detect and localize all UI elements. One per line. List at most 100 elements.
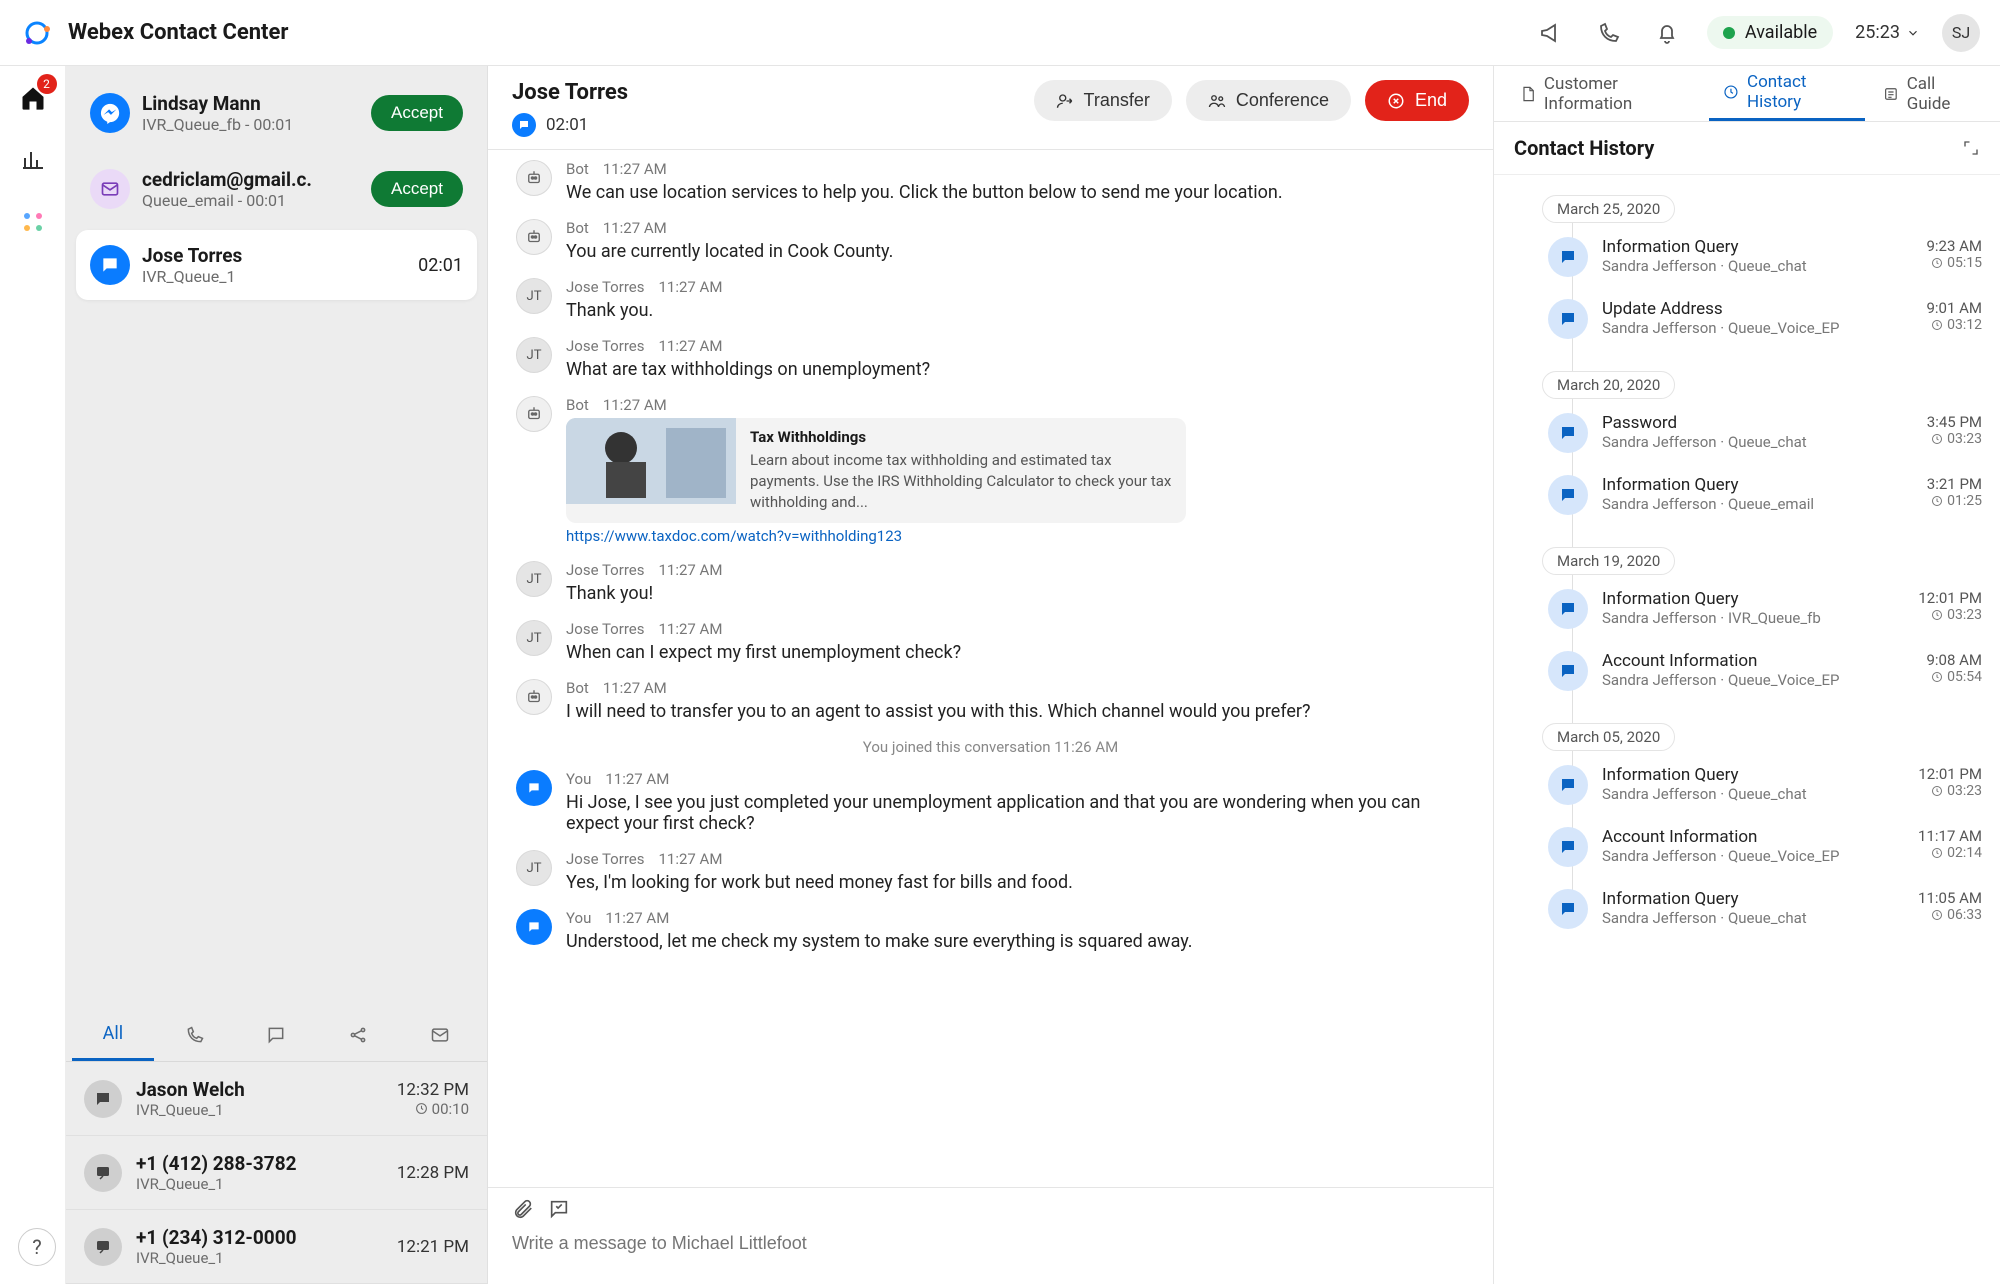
chat-icon xyxy=(512,113,536,137)
template-icon[interactable] xyxy=(548,1198,570,1220)
history-event[interactable]: Account InformationSandra Jefferson · Qu… xyxy=(1548,651,1982,691)
tab-contact-history[interactable]: Contact History xyxy=(1709,66,1865,121)
incoming-card[interactable]: cedriclam@gmail.c. Queue_email - 00:01 A… xyxy=(76,154,477,224)
conversation-body[interactable]: Bot11:27 AMWe can use location services … xyxy=(488,150,1493,1187)
chevron-down-icon xyxy=(1906,26,1920,40)
incoming-card[interactable]: Lindsay Mann IVR_Queue_fb - 00:01 Accept xyxy=(76,78,477,148)
tab-call-guide[interactable]: Call Guide xyxy=(1869,66,1988,121)
history-date-pill: March 05, 2020 xyxy=(1542,723,1675,751)
clock-icon xyxy=(1931,433,1943,445)
nav-apps[interactable] xyxy=(13,202,53,242)
customer-avatar-icon: JT xyxy=(516,620,552,656)
message-row: JTJose Torres11:27 AMYes, I'm looking fo… xyxy=(516,850,1465,893)
message-time: 11:27 AM xyxy=(658,337,722,355)
contact-name: Jason Welch xyxy=(136,1078,383,1101)
message-text: Understood, let me check my system to ma… xyxy=(566,931,1465,952)
history-event[interactable]: Account InformationSandra Jefferson · Qu… xyxy=(1548,827,1982,867)
people-icon xyxy=(1208,92,1226,110)
contact-row[interactable]: Jason Welch IVR_Queue_1 12:32 PM 00:10 xyxy=(66,1062,487,1136)
chat-bubble-icon xyxy=(1548,589,1588,629)
contact-sub: IVR_Queue_1 xyxy=(136,1101,383,1119)
history-title: Information Query xyxy=(1602,475,1913,495)
message-sender: Jose Torres xyxy=(566,278,644,296)
rich-card[interactable]: Tax WithholdingsLearn about income tax w… xyxy=(566,418,1186,523)
message-text: When can I expect my first unemployment … xyxy=(566,642,1465,663)
history-duration: 03:23 xyxy=(1947,607,1982,623)
rich-card-link[interactable]: https://www.taxdoc.com/watch?v=withholdi… xyxy=(566,527,1465,545)
nav-home[interactable]: 2 xyxy=(13,78,53,118)
expand-icon[interactable] xyxy=(1962,139,1980,157)
nav-analytics[interactable] xyxy=(13,140,53,180)
app-logo-icon xyxy=(20,16,54,50)
message-row: You11:27 AMUnderstood, let me check my s… xyxy=(516,909,1465,952)
tab-chat[interactable] xyxy=(236,1008,318,1061)
incoming-name: Lindsay Mann xyxy=(142,92,359,115)
history-sub: Sandra Jefferson · Queue_chat xyxy=(1602,433,1913,451)
history-title: Account Information xyxy=(1602,827,1904,847)
phone-icon xyxy=(185,1025,205,1045)
accept-button[interactable]: Accept xyxy=(371,95,463,131)
agent-avatar[interactable]: SJ xyxy=(1942,14,1980,52)
history-time: 11:05 AM xyxy=(1918,889,1982,907)
rich-card-desc: Learn about income tax withholding and e… xyxy=(750,450,1172,513)
contact-row[interactable]: +1 (234) 312-0000 IVR_Queue_1 12:21 PM xyxy=(66,1210,487,1284)
accept-button[interactable]: Accept xyxy=(371,171,463,207)
history-sub: Sandra Jefferson · Queue_chat xyxy=(1602,257,1912,275)
tab-all[interactable]: All xyxy=(72,1008,154,1061)
message-row: JTJose Torres11:27 AMThank you. xyxy=(516,278,1465,321)
history-event[interactable]: Information QuerySandra Jefferson · Queu… xyxy=(1548,889,1982,929)
compose-input[interactable] xyxy=(512,1233,1469,1254)
tab-customer-info[interactable]: Customer Information xyxy=(1506,66,1705,121)
contact-tabs: All xyxy=(66,1008,487,1062)
message-time: 11:27 AM xyxy=(658,561,722,579)
help-button[interactable]: ? xyxy=(18,1228,56,1266)
history-event[interactable]: Update AddressSandra Jefferson · Queue_V… xyxy=(1548,299,1982,339)
chat-bubble-icon xyxy=(1548,765,1588,805)
message-sender: Jose Torres xyxy=(566,561,644,579)
contact-sub: IVR_Queue_1 xyxy=(136,1175,383,1193)
conversation-title: Jose Torres xyxy=(512,80,628,105)
tab-social[interactable] xyxy=(317,1008,399,1061)
history-time: 12:01 PM xyxy=(1918,765,1982,783)
session-timer[interactable]: 25:23 xyxy=(1855,22,1920,43)
message-text: What are tax withholdings on unemploymen… xyxy=(566,359,1465,380)
bot-avatar-icon xyxy=(516,679,552,715)
history-event[interactable]: Information QuerySandra Jefferson · IVR_… xyxy=(1548,589,1982,629)
history-duration: 02:14 xyxy=(1947,845,1982,861)
clock-icon xyxy=(1931,609,1943,621)
phone-icon[interactable] xyxy=(1591,15,1627,51)
task-panel: Lindsay Mann IVR_Queue_fb - 00:01 Accept… xyxy=(66,66,488,1284)
end-button[interactable]: End xyxy=(1365,80,1469,121)
history-body[interactable]: March 25, 2020Information QuerySandra Je… xyxy=(1494,175,2000,1284)
chat-bubble-icon xyxy=(1548,827,1588,867)
history-date-pill: March 19, 2020 xyxy=(1542,547,1675,575)
incoming-card-active[interactable]: Jose Torres IVR_Queue_1 02:01 xyxy=(76,230,477,300)
message-sender: Jose Torres xyxy=(566,620,644,638)
announcement-icon[interactable] xyxy=(1533,15,1569,51)
bell-icon[interactable] xyxy=(1649,15,1685,51)
history-duration: 03:23 xyxy=(1947,783,1982,799)
history-title: Information Query xyxy=(1602,237,1912,257)
history-event[interactable]: Information QuerySandra Jefferson · Queu… xyxy=(1548,765,1982,805)
history-sub: Sandra Jefferson · Queue_Voice_EP xyxy=(1602,847,1904,865)
tab-calls[interactable] xyxy=(154,1008,236,1061)
transfer-button[interactable]: Transfer xyxy=(1034,80,1172,121)
message-time: 11:27 AM xyxy=(603,396,667,414)
history-event[interactable]: Information QuerySandra Jefferson · Queu… xyxy=(1548,475,1982,515)
message-text: I will need to transfer you to an agent … xyxy=(566,701,1465,722)
history-event[interactable]: Information QuerySandra Jefferson · Queu… xyxy=(1548,237,1982,277)
message-sender: Jose Torres xyxy=(566,850,644,868)
history-title: Update Address xyxy=(1602,299,1912,319)
right-panel-title: Contact History xyxy=(1514,136,1654,160)
tab-email[interactable] xyxy=(399,1008,481,1061)
agent-status[interactable]: Available xyxy=(1707,16,1833,49)
history-sub: Sandra Jefferson · Queue_email xyxy=(1602,495,1913,513)
conference-button[interactable]: Conference xyxy=(1186,80,1351,121)
conversation-timer: 02:01 xyxy=(546,115,588,135)
history-event[interactable]: PasswordSandra Jefferson · Queue_chat3:4… xyxy=(1548,413,1982,453)
history-duration: 03:23 xyxy=(1947,431,1982,447)
attachment-icon[interactable] xyxy=(512,1198,534,1220)
incoming-name: cedriclam@gmail.c. xyxy=(142,168,359,191)
message-row: Bot11:27 AMTax WithholdingsLearn about i… xyxy=(516,396,1465,545)
contact-row[interactable]: +1 (412) 288-3782 IVR_Queue_1 12:28 PM xyxy=(66,1136,487,1210)
